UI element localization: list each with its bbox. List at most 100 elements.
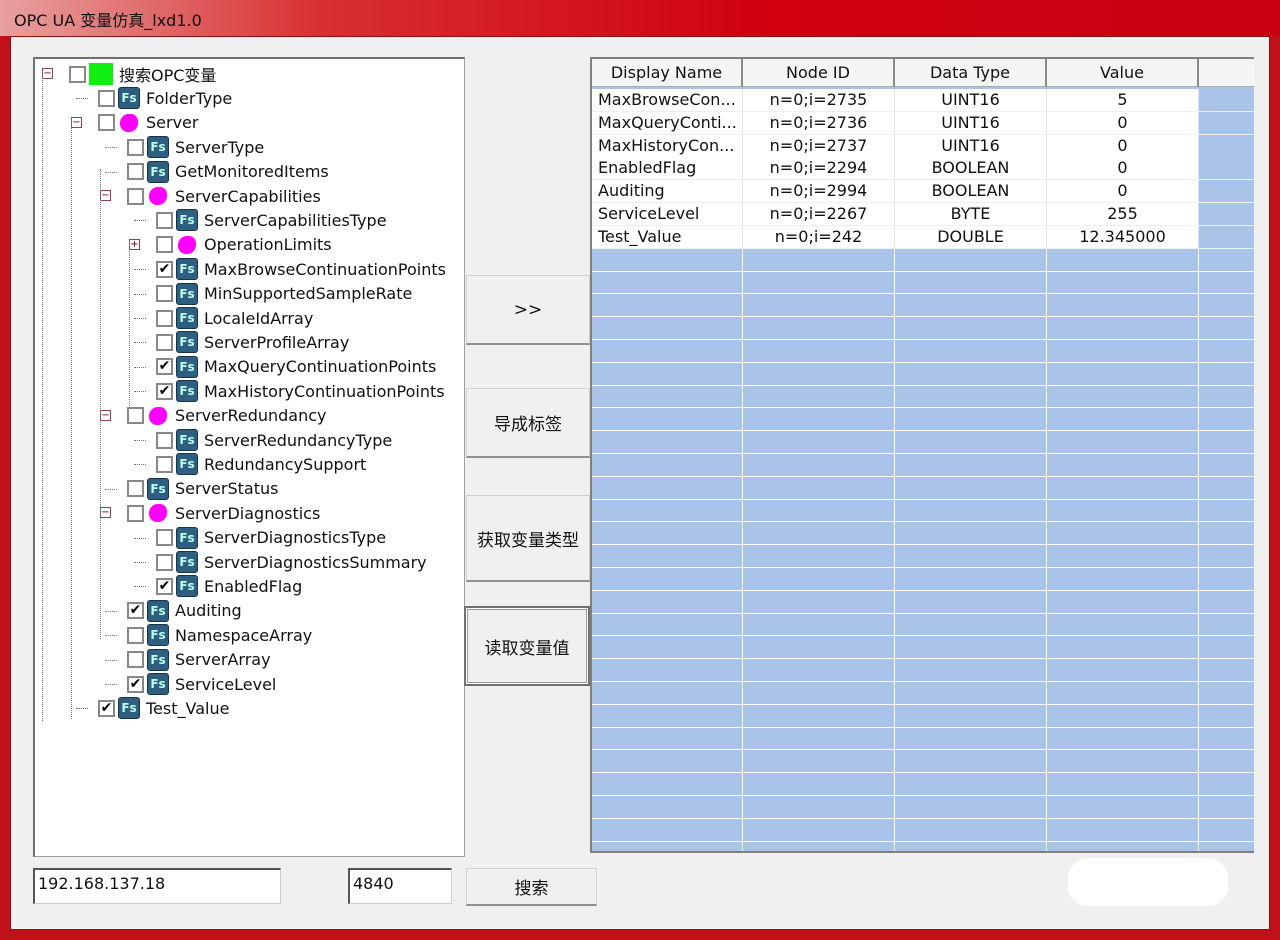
tree-node[interactable]: Fs ServerType bbox=[105, 136, 264, 159]
search-button[interactable]: 搜索 bbox=[466, 868, 597, 906]
node-checkbox[interactable] bbox=[156, 431, 173, 449]
node-checkbox[interactable] bbox=[127, 187, 144, 205]
table-row[interactable] bbox=[592, 499, 1254, 523]
collapse-icon[interactable]: − bbox=[71, 116, 82, 128]
table-row[interactable] bbox=[592, 545, 1254, 568]
tree-node[interactable]: Fs GetMonitoredItems bbox=[105, 160, 329, 183]
tree-node[interactable]: Fs MinSupportedSampleRate bbox=[134, 282, 412, 305]
expand-icon[interactable]: + bbox=[129, 238, 140, 250]
node-checkbox[interactable]: ✔ bbox=[127, 675, 144, 693]
export-tags-button[interactable]: 导成标签 bbox=[466, 388, 590, 458]
node-checkbox[interactable]: ✔ bbox=[156, 358, 173, 376]
table-row[interactable] bbox=[592, 681, 1254, 705]
tree-node[interactable]: − 搜索OPC变量 bbox=[42, 63, 216, 85]
table-row[interactable] bbox=[592, 773, 1254, 796]
tree-node[interactable]: Fs RedundancySupport bbox=[134, 453, 366, 476]
tree-node[interactable]: − ServerRedundancy bbox=[100, 405, 327, 427]
node-checkbox[interactable] bbox=[156, 236, 173, 254]
column-header[interactable]: Display Name bbox=[592, 59, 743, 87]
tree-node[interactable]: Fs ServerDiagnosticsSummary bbox=[134, 551, 427, 573]
tree-node[interactable]: ✔ Fs EnabledFlag bbox=[134, 575, 302, 598]
table-row[interactable]: MaxBrowseCon... n=0;i=2735 UINT16 5 bbox=[592, 89, 1254, 112]
table-row[interactable] bbox=[592, 590, 1254, 614]
tree-node[interactable]: Fs ServerProfileArray bbox=[134, 331, 349, 354]
node-checkbox[interactable] bbox=[127, 480, 144, 498]
collapse-icon[interactable]: − bbox=[100, 190, 111, 201]
table-row[interactable] bbox=[592, 339, 1254, 363]
table-row[interactable] bbox=[592, 248, 1254, 272]
node-checkbox[interactable] bbox=[156, 333, 173, 351]
table-row[interactable] bbox=[592, 431, 1254, 454]
table-row[interactable] bbox=[592, 659, 1254, 682]
table-row[interactable] bbox=[592, 317, 1254, 340]
tree-node[interactable]: ✔ Fs Test_Value bbox=[76, 697, 229, 720]
column-header[interactable] bbox=[1199, 59, 1254, 87]
read-variable-value-button[interactable]: 读取变量值 bbox=[464, 606, 590, 686]
table-row[interactable] bbox=[592, 750, 1254, 774]
tree-node[interactable]: ✔ Fs Auditing bbox=[105, 599, 242, 622]
tree-node[interactable]: ✔ Fs MaxHistoryContinuationPoints bbox=[134, 380, 445, 403]
column-header[interactable]: Value bbox=[1047, 59, 1199, 87]
tree-node[interactable]: Fs ServerStatus bbox=[105, 477, 278, 500]
get-variable-type-button[interactable]: 获取变量类型 bbox=[466, 495, 590, 582]
variable-table[interactable]: Display Name Node ID Data Type Value MaxBrow… bbox=[590, 57, 1254, 853]
tree-node[interactable]: Fs ServerArray bbox=[105, 648, 271, 671]
table-row[interactable] bbox=[592, 613, 1254, 637]
table-row[interactable] bbox=[592, 408, 1254, 432]
table-row[interactable] bbox=[592, 476, 1254, 500]
node-checkbox[interactable]: ✔ bbox=[156, 260, 173, 278]
tree-node[interactable]: Fs ServerCapabilitiesType bbox=[134, 209, 387, 232]
tree-node[interactable]: Fs FolderType bbox=[76, 87, 232, 110]
table-row[interactable]: Auditing n=0;i=2994 BOOLEAN 0 bbox=[592, 180, 1254, 204]
node-checkbox[interactable] bbox=[127, 407, 144, 425]
table-row[interactable]: ServiceLevel n=0;i=2267 BYTE 255 bbox=[592, 203, 1254, 226]
node-checkbox[interactable]: ✔ bbox=[98, 699, 115, 717]
table-row[interactable] bbox=[592, 362, 1254, 386]
ip-address-input[interactable]: 192.168.137.18 bbox=[33, 868, 281, 904]
tree-node[interactable]: − Server bbox=[71, 112, 198, 134]
tree-node[interactable]: Fs NamespaceArray bbox=[105, 624, 312, 647]
tree-node[interactable]: − ServerDiagnostics bbox=[100, 502, 320, 524]
node-checkbox[interactable] bbox=[127, 651, 144, 669]
table-row[interactable]: MaxQueryConti... n=0;i=2736 UINT16 0 bbox=[592, 111, 1254, 135]
tree-node[interactable]: ✔ Fs MaxQueryContinuationPoints bbox=[134, 355, 436, 378]
table-row[interactable] bbox=[592, 727, 1254, 751]
collapse-icon[interactable]: − bbox=[100, 507, 111, 519]
table-row[interactable] bbox=[592, 522, 1254, 546]
node-checkbox[interactable] bbox=[156, 285, 173, 303]
table-row[interactable] bbox=[592, 795, 1254, 819]
node-checkbox[interactable] bbox=[156, 553, 173, 571]
node-checkbox[interactable] bbox=[127, 504, 144, 522]
node-checkbox[interactable] bbox=[156, 309, 173, 327]
table-row[interactable] bbox=[592, 636, 1254, 660]
node-checkbox[interactable] bbox=[127, 163, 144, 181]
table-row[interactable] bbox=[592, 453, 1254, 477]
node-checkbox[interactable] bbox=[98, 114, 115, 132]
node-checkbox[interactable] bbox=[156, 211, 173, 229]
tree-node[interactable]: Fs ServerRedundancyType bbox=[134, 429, 392, 451]
tree-node[interactable]: ✔ Fs ServiceLevel bbox=[105, 673, 276, 695]
node-checkbox[interactable] bbox=[127, 626, 144, 644]
node-checkbox[interactable] bbox=[156, 529, 173, 547]
node-checkbox[interactable]: ✔ bbox=[127, 602, 144, 620]
node-checkbox[interactable] bbox=[127, 138, 144, 156]
column-header[interactable]: Node ID bbox=[743, 59, 895, 87]
table-row[interactable]: EnabledFlag n=0;i=2294 BOOLEAN 0 bbox=[592, 157, 1254, 181]
table-row[interactable]: Test_Value n=0;i=242 DOUBLE 12.345000 bbox=[592, 225, 1254, 249]
tree-node[interactable]: + OperationLimits bbox=[129, 234, 332, 256]
collapse-icon[interactable]: − bbox=[100, 409, 111, 421]
collapse-icon[interactable]: − bbox=[42, 68, 53, 79]
port-input[interactable]: 4840 bbox=[348, 868, 452, 904]
table-row[interactable] bbox=[592, 567, 1254, 591]
variable-tree[interactable]: − 搜索OPC变量 Fs FolderType − Server Fs ServerType F… bbox=[33, 57, 465, 857]
table-row[interactable] bbox=[592, 704, 1254, 728]
table-row[interactable]: MaxHistoryCon... n=0;i=2737 UINT16 0 bbox=[592, 134, 1254, 158]
node-checkbox[interactable] bbox=[98, 89, 115, 107]
tree-node[interactable]: Fs ServerDiagnosticsType bbox=[134, 526, 386, 549]
node-checkbox[interactable] bbox=[156, 455, 173, 473]
column-header[interactable]: Data Type bbox=[895, 59, 1047, 87]
tree-node[interactable]: ✔ Fs MaxBrowseContinuationPoints bbox=[134, 258, 446, 281]
add-to-table-button[interactable]: >> bbox=[466, 275, 590, 345]
table-row[interactable] bbox=[592, 271, 1254, 295]
table-row[interactable] bbox=[592, 841, 1254, 851]
